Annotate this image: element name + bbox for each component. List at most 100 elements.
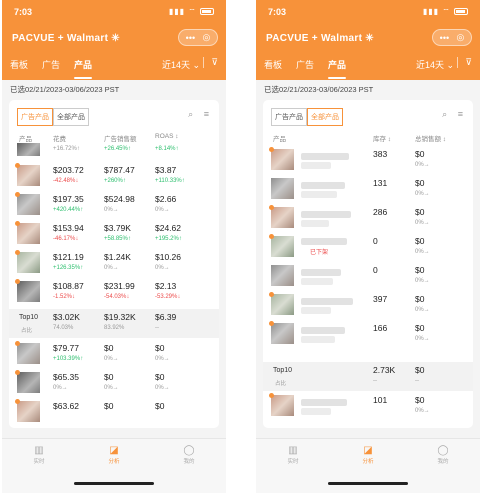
tab-divider [457,57,458,68]
top10-spend: $3.02K [53,312,80,322]
ad-sales-change: 0%→ [104,356,119,362]
table-row[interactable]: $108.87 -1.52%↓ $231.99 -54.03%↓ $2.13 -… [9,278,219,307]
ad-products-button[interactable]: 广告产品 [271,108,307,126]
trend-chart-icon: ◪ [363,445,373,456]
all-products-button[interactable]: 全部产品 [307,108,343,126]
table-row[interactable]: 397 $0 0%→ [263,291,473,320]
nav-label: 实时 [33,459,45,465]
table-row[interactable]: 286 $0 0%→ [263,204,473,233]
more-icon[interactable]: ••• [440,33,449,43]
product-id-blurred [301,278,333,285]
ad-sales-change: 0%→ [104,385,119,391]
total-sales-change: 0%→ [415,278,430,284]
miniprogram-capsule[interactable]: ••• ◎ [432,29,472,46]
col-roas[interactable]: ROAS ↕ [155,133,178,140]
roas-value: $0 [155,343,165,353]
filter-icon[interactable]: ⊽ [465,57,472,68]
col-product: 产品 [273,136,286,143]
col-spend[interactable]: 花费 [53,133,66,143]
table-row[interactable]: $65.35 0%→ $0 0%→ $0 0%→ [9,369,219,398]
phone-screen-ad-products: 7:03 ▮▮▮ ⌔ PACVUE + Walmart ✳ ••• ◎ 看板 广… [2,0,226,493]
roas-change: 0%→ [155,207,170,213]
table-row[interactable]: 已下架 0 $0 0%→ [263,233,473,262]
user-icon: ◯ [437,445,449,456]
ad-badge-dot [269,292,274,297]
tab-ads[interactable]: 广告 [42,58,60,74]
tab-dashboard[interactable]: 看板 [264,58,282,74]
tab-products[interactable]: 产品 [74,58,93,79]
nav-label: 分析 [362,459,374,465]
roas-value: $2.66 [155,194,177,204]
status-time: 7:03 [268,7,287,17]
home-indicator [74,482,154,485]
spend-change: +103.39%↑ [53,356,84,362]
bar-chart-icon: ▥ [34,445,44,456]
ad-badge-dot [15,399,20,404]
nav-realtime[interactable]: ▥ 实时 [24,445,54,465]
total-sales-value: $0 [415,178,425,188]
spend-value: $79.77 [53,343,79,353]
nav-analysis[interactable]: ◪ 分析 [353,445,383,465]
period-dropdown[interactable]: 近14天 ⌄ [416,58,454,71]
nav-profile[interactable]: ◯ 我的 [428,445,458,465]
phone-screen-all-products: 7:03 ▮▮▮ ⌔ PACVUE + Walmart ✳ ••• ◎ 看板 广… [256,0,480,493]
table-row[interactable]: $79.77 +103.39%↑ $0 0%→ $0 0%→ [9,340,219,369]
table-row[interactable]: $121.19 +126.35%↑ $1.24K 0%→ $10.26 0%→ [9,249,219,278]
table-row[interactable]: $153.94 -46.17%↓ $3.79K +58.85%↑ $24.62 … [9,220,219,249]
ad-products-button[interactable]: 广告产品 [17,108,53,126]
more-icon[interactable]: ••• [186,33,195,43]
search-icon[interactable]: ⌕ [442,109,447,119]
battery-icon [454,8,468,16]
search-icon[interactable]: ⌕ [188,109,193,119]
table-row[interactable]: 131 $0 0%→ [263,175,473,204]
miniprogram-capsule[interactable]: ••• ◎ [178,29,218,46]
table-tools: ⌕ ≡ [434,109,463,120]
nav-analysis[interactable]: ◪ 分析 [99,445,129,465]
tab-dashboard[interactable]: 看板 [10,58,28,74]
ad-badge-dot [15,163,20,168]
sort-menu-icon[interactable]: ≡ [204,109,209,119]
inventory-value: 131 [373,178,388,188]
table-row[interactable]: $203.72 -42.48%↓ $787.47 +260%↑ $3.87 +1… [9,162,219,191]
spend-change: +420.44%↑ [53,207,84,213]
product-thumbnail [17,165,40,186]
spend-change: 0%→ [53,385,68,391]
roas-change: 0%→ [155,265,170,271]
roas-change: +195.2%↑ [155,236,182,242]
filter-icon[interactable]: ⊽ [211,57,218,68]
spend-value: $63.62 [53,401,79,411]
table-row[interactable]: 101 $0 0%→ [263,392,473,421]
product-name-blurred [301,327,345,334]
roas-value: $0 [155,401,165,411]
product-thumbnail [17,223,40,244]
ad-badge-dot [269,147,274,152]
bottom-nav: ▥ 实时 ◪ 分析 ◯ 我的 [256,438,480,493]
period-dropdown[interactable]: 近14天 ⌄ [162,58,200,71]
nav-profile[interactable]: ◯ 我的 [174,445,204,465]
top10-ad-sales-share: 83.92% [104,325,125,331]
table-row[interactable]: +16.72%↑ +26.45%↑ +8.14%↑ [9,143,219,159]
product-thumbnail [271,265,294,286]
total-sales-value: $0 [415,323,425,333]
ad-sales-change: +260%↑ [104,178,126,184]
table-row[interactable]: 166 $0 0%→ [263,320,473,349]
col-total-sales[interactable]: 总销售额 ↕ [415,133,446,143]
table-row[interactable]: 0 $0 0%→ [263,262,473,291]
ad-sales-value: $524.98 [104,194,135,204]
product-table-card: 广告产品 全部产品 ⌕ ≡ 产品 库存 ↕ 总销售额 ↕ 383 $0 0%→ … [263,100,473,428]
close-target-icon[interactable]: ◎ [456,32,464,43]
nav-realtime[interactable]: ▥ 实时 [278,445,308,465]
spend-change: -1.52%↓ [53,294,76,300]
all-products-button[interactable]: 全部产品 [53,108,89,126]
col-ad-sales[interactable]: 广告销售额 [104,133,137,143]
tab-products[interactable]: 产品 [328,58,347,79]
close-target-icon[interactable]: ◎ [202,32,210,43]
sort-menu-icon[interactable]: ≡ [458,109,463,119]
signal-wifi-icon: ▮▮▮ ⌔ [422,7,451,16]
table-row[interactable]: 383 $0 0%→ [263,146,473,175]
home-indicator [328,482,408,485]
table-row[interactable]: $63.62 $0 $0 [9,398,219,427]
tab-ads[interactable]: 广告 [296,58,314,74]
col-inventory[interactable]: 库存 ↕ [373,133,391,143]
table-row[interactable]: $197.35 +420.44%↑ $524.98 0%→ $2.66 0%→ [9,191,219,220]
